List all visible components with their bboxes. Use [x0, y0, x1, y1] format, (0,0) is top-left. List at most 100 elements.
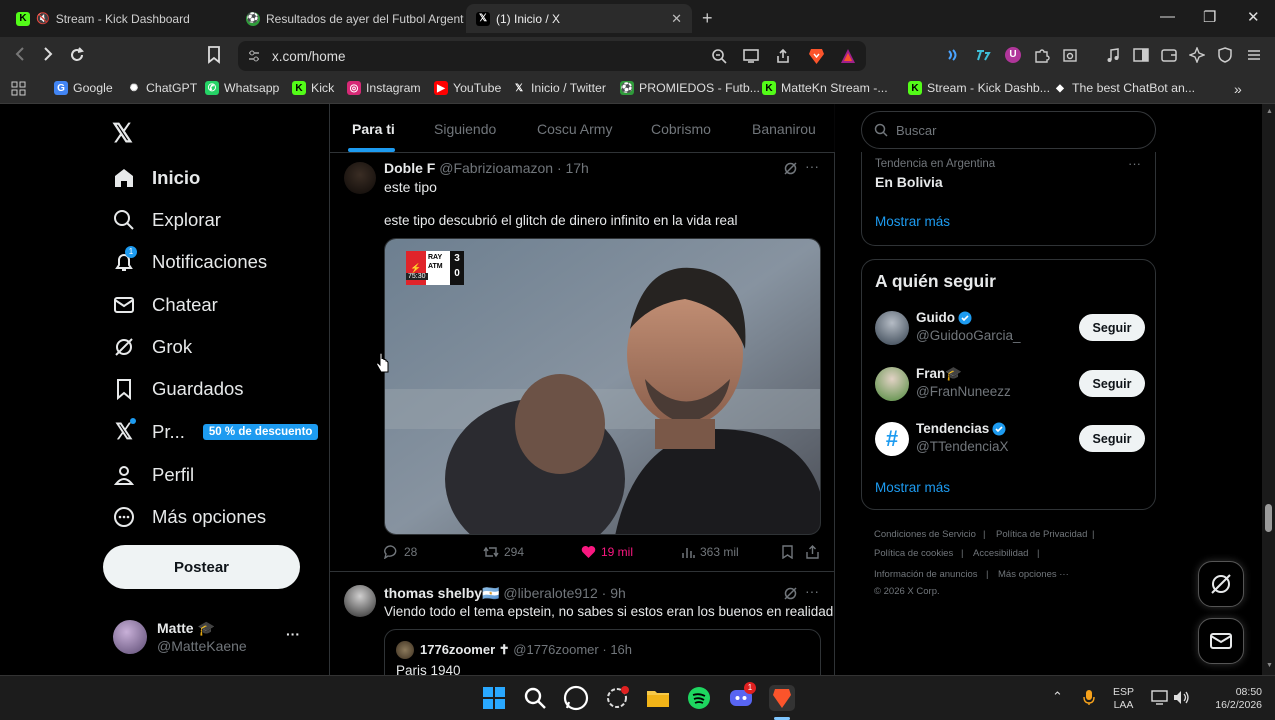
post-author-handle[interactable]: @liberalote912 — [503, 585, 597, 601]
vpn-shield-icon[interactable] — [1217, 47, 1233, 63]
post-more-icon[interactable]: ··· — [805, 158, 819, 174]
sidebar-item-mas-opciones[interactable]: Más opciones — [112, 505, 266, 529]
post-time[interactable]: · 17h — [557, 160, 589, 176]
grok-float-button[interactable] — [1198, 561, 1244, 607]
scrollbar-thumb[interactable] — [1265, 504, 1272, 532]
search-input[interactable]: Buscar — [861, 111, 1156, 149]
sidebar-item-perfil[interactable]: Perfil — [112, 463, 194, 487]
tab-para-ti[interactable]: Para ti — [352, 121, 395, 137]
extension-wave-icon[interactable] — [946, 47, 962, 63]
bookmark-item[interactable]: G Google — [54, 81, 113, 95]
messages-float-button[interactable] — [1198, 618, 1244, 664]
avatar[interactable] — [344, 585, 376, 617]
search-icon[interactable] — [522, 685, 548, 711]
back-button[interactable] — [14, 46, 26, 62]
page-scrollbar[interactable]: ▲ ▼ — [1262, 104, 1275, 675]
tab-close-icon[interactable]: ✕ — [671, 11, 682, 27]
quoted-post[interactable]: 1776zoomer ✝ @1776zoomer · 16h Paris 194… — [384, 629, 821, 675]
follow-button[interactable]: Seguir — [1079, 425, 1145, 452]
bookmark-item[interactable]: K Kick — [292, 81, 334, 95]
account-switcher[interactable]: Matte 🎓 @MatteKaene ··· — [113, 612, 318, 662]
post-more-icon[interactable]: ··· — [805, 583, 819, 599]
forward-button[interactable] — [42, 46, 54, 62]
bookmark-item[interactable]: K Stream - Kick Dashb... — [908, 81, 1050, 95]
sidebar-item-inicio[interactable]: Inicio — [112, 166, 200, 190]
post[interactable]: Doble F @Fabrizioamazon · 17h ··· este t… — [330, 153, 835, 572]
footer-link-more[interactable]: Más opciones ··· — [998, 569, 1069, 580]
minimize-button[interactable]: — — [1160, 8, 1175, 25]
whatsapp-icon[interactable] — [563, 685, 589, 711]
sidebar-item-explorar[interactable]: Explorar — [112, 208, 221, 232]
extension-u-icon[interactable]: U — [1005, 47, 1021, 63]
extensions-puzzle-icon[interactable] — [1034, 47, 1050, 63]
show-more-link[interactable]: Mostrar más — [875, 480, 950, 495]
chatgpt-icon[interactable] — [604, 685, 630, 711]
follow-suggestion[interactable]: # Tendencias @TTendenciaX Seguir — [875, 419, 1145, 459]
bookmark-item[interactable]: ◎ Instagram — [347, 81, 421, 95]
bookmark-item[interactable]: K MatteKn Stream -... — [762, 81, 888, 95]
new-tab-button[interactable]: + — [702, 8, 713, 29]
show-more-link[interactable]: Mostrar más — [875, 214, 950, 229]
bookmark-item[interactable]: ◆ The best ChatBot an... — [1053, 81, 1195, 95]
windows-start-icon[interactable] — [481, 685, 507, 711]
sidebar-item-premium[interactable]: 𝕏 Pr... 50 % de descuento — [112, 418, 319, 444]
tab-x-home[interactable]: 𝕏 (1) Inicio / X ✕ — [466, 4, 692, 33]
discord-icon[interactable]: 1 — [728, 682, 756, 711]
reply-button[interactable]: 28 — [384, 545, 417, 559]
footer-link-privacy[interactable]: Política de Privacidad — [996, 529, 1087, 540]
bookmark-item[interactable]: ⚽ PROMIEDOS - Futb... — [620, 81, 760, 95]
bookmark-post-button[interactable] — [781, 545, 794, 559]
like-button[interactable]: 19 mil — [581, 545, 633, 559]
brave-browser-icon[interactable] — [769, 685, 795, 711]
post-author-handle[interactable]: @Fabrizioamazon — [439, 160, 553, 176]
tab-coscu-army[interactable]: Coscu Army — [537, 121, 612, 137]
bookmark-page-button[interactable] — [207, 46, 221, 64]
x-logo-icon[interactable]: 𝕏 — [112, 118, 133, 149]
spotify-icon[interactable] — [686, 685, 712, 711]
post-image[interactable]: ⚡ RAY ATM 3 0 75:30 — [384, 238, 821, 535]
tab-siguiendo[interactable]: Siguiendo — [434, 121, 496, 137]
tray-overflow-button[interactable]: ⌃ — [1052, 690, 1063, 703]
tab-cobrismo[interactable]: Cobrismo — [651, 121, 711, 137]
extension-box-icon[interactable] — [1062, 47, 1078, 63]
post-time[interactable]: · 9h — [602, 585, 626, 601]
views-button[interactable]: 363 mil — [681, 545, 739, 559]
address-bar[interactable]: x.com/home — [238, 41, 866, 71]
volume-icon[interactable] — [1173, 690, 1190, 705]
microphone-icon[interactable] — [1083, 689, 1095, 706]
leo-ai-icon[interactable] — [1189, 47, 1205, 63]
language-indicator[interactable]: ESP LAA — [1113, 686, 1134, 712]
clock[interactable]: 08:50 16/2/2026 — [1200, 686, 1262, 712]
repost-button[interactable]: 294 — [483, 545, 524, 559]
reload-button[interactable] — [68, 46, 86, 64]
account-more-icon[interactable]: ··· — [286, 626, 300, 642]
bookmark-item[interactable]: ✺ ChatGPT — [127, 81, 197, 95]
extension-translate-icon[interactable] — [975, 47, 991, 63]
follow-suggestion[interactable]: Fran🎓 @FranNuneezz Seguir — [875, 364, 1145, 404]
tab-bananirou[interactable]: Bananirou — [752, 121, 816, 137]
footer-link-terms[interactable]: Condiciones de Servicio — [874, 529, 976, 540]
footer-link-ads-info[interactable]: Información de anuncios — [874, 569, 978, 580]
restore-button[interactable]: ❐ — [1203, 8, 1216, 26]
sidebar-item-notificaciones[interactable]: 1 Notificaciones — [112, 246, 267, 274]
share-post-button[interactable] — [806, 545, 819, 559]
music-icon[interactable] — [1105, 47, 1121, 63]
sidebar-item-guardados[interactable]: Guardados — [112, 377, 244, 401]
footer-link-cookies[interactable]: Política de cookies — [874, 548, 953, 559]
follow-suggestion[interactable]: Guido @GuidooGarcia_ Seguir — [875, 308, 1145, 348]
footer-link-accessibility[interactable]: Accesibilidad — [973, 548, 1028, 559]
post-button[interactable]: Postear — [103, 545, 300, 589]
tab-kick-dashboard[interactable]: K 🔇 Stream - Kick Dashboard — [6, 4, 234, 33]
tab-resultados[interactable]: ⚽ Resultados de ayer del Futbol Argent — [236, 4, 464, 33]
trend-title[interactable]: En Bolivia — [875, 174, 943, 190]
sidebar-toggle-icon[interactable] — [1133, 47, 1149, 63]
trend-more-icon[interactable]: ··· — [1128, 156, 1141, 171]
bookmark-item[interactable]: ▶ YouTube — [434, 81, 501, 95]
follow-button[interactable]: Seguir — [1079, 370, 1145, 397]
follow-button[interactable]: Seguir — [1079, 314, 1145, 341]
wallet-icon[interactable] — [1161, 47, 1177, 63]
post[interactable]: thomas shelby🇦🇷 @liberalote912 · 9h ··· … — [330, 573, 835, 675]
file-explorer-icon[interactable] — [645, 685, 671, 711]
menu-icon[interactable] — [1246, 47, 1262, 63]
sidebar-item-grok[interactable]: Grok — [112, 335, 192, 359]
